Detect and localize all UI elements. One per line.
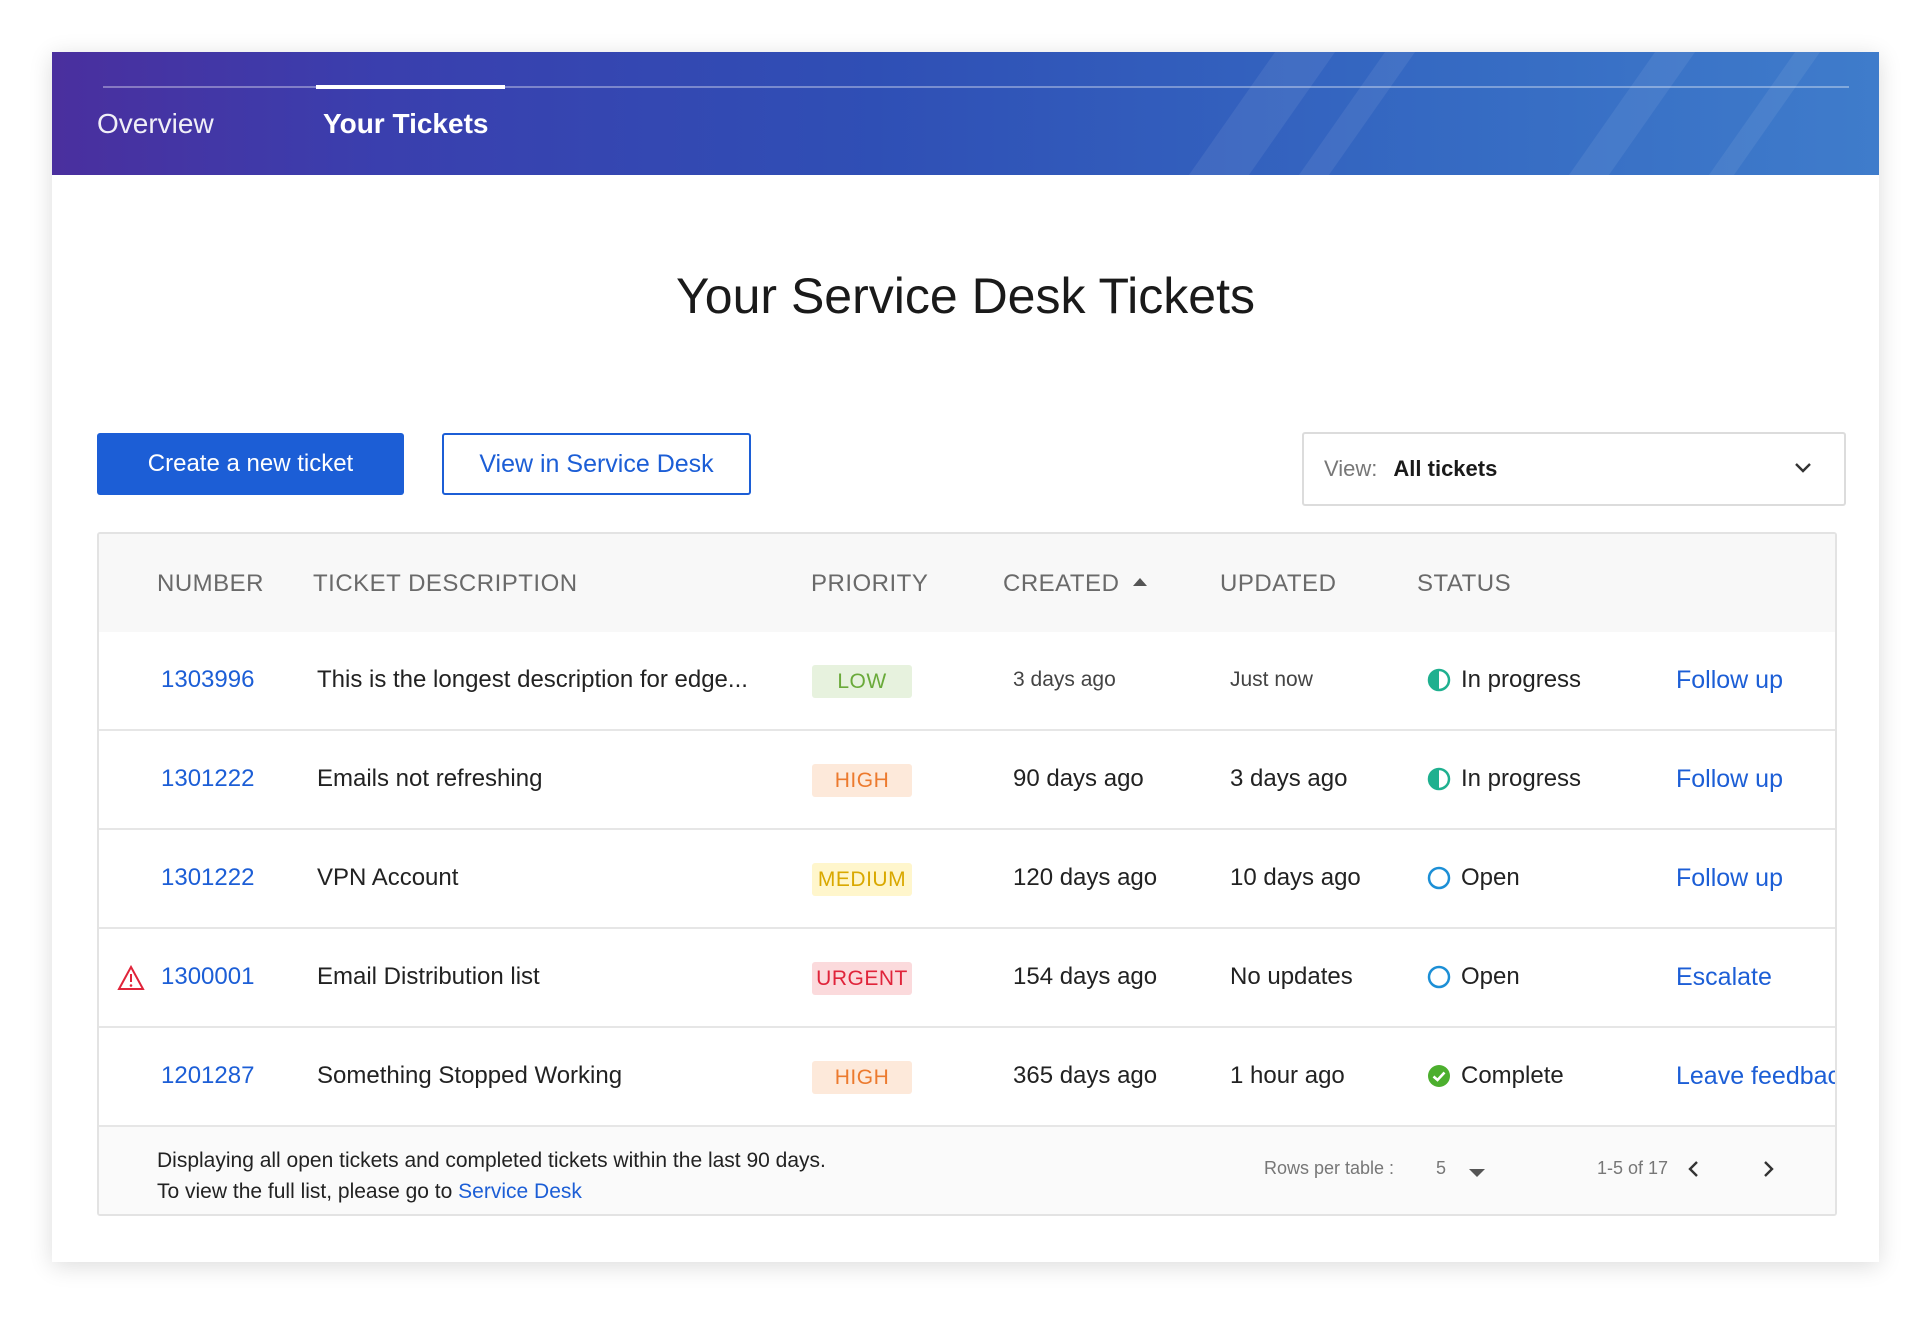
rows-per-table-label: Rows per table : bbox=[1264, 1158, 1395, 1178]
table-row: 1303996 This is the longest description f… bbox=[99, 632, 1835, 731]
previous-page-icon[interactable] bbox=[1682, 1157, 1706, 1181]
updated-value: No updates bbox=[1230, 963, 1353, 990]
ticket-number-link[interactable]: 1301222 bbox=[161, 764, 254, 794]
half-circle-icon bbox=[1427, 767, 1451, 791]
updated-value: 1 hour ago bbox=[1230, 1062, 1345, 1089]
half-circle-icon bbox=[1427, 668, 1451, 692]
row-action-link[interactable]: Escalate bbox=[1676, 962, 1772, 992]
rows-per-table-value[interactable]: 5 bbox=[1436, 1158, 1446, 1179]
active-tab-indicator bbox=[316, 85, 505, 89]
ticket-description: Emails not refreshing bbox=[317, 765, 543, 792]
header-created-label: CREATED bbox=[1003, 570, 1120, 597]
tab-overview[interactable]: Overview bbox=[97, 106, 214, 142]
tab-your-tickets[interactable]: Your Tickets bbox=[323, 106, 488, 142]
row-action-link[interactable]: Leave feedback bbox=[1676, 1061, 1835, 1091]
table-header: NUMBER TICKET DESCRIPTION PRIORITY CREAT… bbox=[99, 534, 1835, 632]
header-description[interactable]: TICKET DESCRIPTION bbox=[313, 569, 578, 599]
ticket-number-link[interactable]: 1301222 bbox=[161, 863, 254, 893]
create-ticket-button[interactable]: Create a new ticket bbox=[97, 433, 404, 495]
table-footer: Displaying all open tickets and complete… bbox=[99, 1127, 1835, 1214]
updated-value: Just now bbox=[1230, 668, 1313, 691]
status-label: In progress bbox=[1461, 666, 1582, 693]
status-cell: Open bbox=[1427, 962, 1520, 992]
ticket-number-link[interactable]: 1303996 bbox=[161, 665, 254, 695]
next-page-icon[interactable] bbox=[1756, 1157, 1780, 1181]
created-value: 154 days ago bbox=[1013, 963, 1158, 990]
check-circle-icon bbox=[1428, 1065, 1450, 1087]
tickets-card: Overview Your Tickets Your Service Desk … bbox=[52, 52, 1879, 1262]
footer-line-2: To view the full list, please go to Serv… bbox=[157, 1176, 826, 1207]
view-filter-select[interactable]: View: All tickets bbox=[1302, 432, 1846, 506]
table-row: 1300001 Email Distribution list URGENT 154 … bbox=[99, 929, 1835, 1028]
priority-badge: URGENT bbox=[812, 962, 912, 995]
footer-line-1: Displaying all open tickets and complete… bbox=[157, 1149, 826, 1172]
view-in-service-desk-button[interactable]: View in Service Desk bbox=[442, 433, 751, 495]
row-action-link[interactable]: Follow up bbox=[1676, 764, 1783, 794]
ticket-description: Email Distribution list bbox=[317, 963, 540, 990]
status-cell: Open bbox=[1427, 863, 1520, 893]
ticket-description: Something Stopped Working bbox=[317, 1062, 623, 1089]
pagination-range: 1-5 of 17 bbox=[1597, 1158, 1669, 1178]
priority-badge: LOW bbox=[812, 665, 912, 698]
header-priority[interactable]: PRIORITY bbox=[811, 569, 928, 599]
header-number[interactable]: NUMBER bbox=[157, 569, 264, 599]
chevron-down-icon bbox=[1795, 463, 1811, 473]
created-value: 365 days ago bbox=[1013, 1062, 1158, 1089]
created-value: 90 days ago bbox=[1013, 765, 1144, 792]
table-row: 1301222 Emails not refreshing HIGH 90 days … bbox=[99, 731, 1835, 830]
status-label: Complete bbox=[1461, 1062, 1564, 1089]
ticket-description: VPN Account bbox=[317, 864, 459, 891]
sort-ascending-icon bbox=[1133, 577, 1148, 586]
footer-line-2-prefix: To view the full list, please go to bbox=[157, 1180, 459, 1203]
footer-note: Displaying all open tickets and complete… bbox=[157, 1145, 826, 1207]
rows-per-table-caret-icon[interactable] bbox=[1469, 1169, 1485, 1177]
table-row: 1301222 VPN Account MEDIUM 120 days ago 10 d… bbox=[99, 830, 1835, 929]
status-cell: In progress bbox=[1427, 764, 1581, 794]
created-value: 3 days ago bbox=[1013, 668, 1116, 691]
view-filter-label: View: bbox=[1324, 456, 1378, 481]
priority-badge: HIGH bbox=[812, 1061, 912, 1094]
header-updated[interactable]: UPDATED bbox=[1220, 569, 1336, 599]
view-filter-value: All tickets bbox=[1393, 456, 1498, 481]
row-action-link[interactable]: Follow up bbox=[1676, 665, 1783, 695]
header-status[interactable]: STATUS bbox=[1417, 569, 1511, 599]
updated-value: 3 days ago bbox=[1230, 765, 1348, 792]
updated-value: 10 days ago bbox=[1230, 864, 1361, 891]
service-desk-link[interactable]: Service Desk bbox=[458, 1180, 582, 1203]
row-action-link[interactable]: Follow up bbox=[1676, 863, 1783, 893]
header-banner: Overview Your Tickets bbox=[52, 52, 1879, 175]
page-title: Your Service Desk Tickets bbox=[676, 268, 1255, 324]
status-label: Open bbox=[1461, 864, 1520, 891]
ticket-number-link[interactable]: 1300001 bbox=[161, 962, 254, 992]
priority-badge: HIGH bbox=[812, 764, 912, 797]
table-row: 1201287 Something Stopped Working HIGH 365 … bbox=[99, 1028, 1835, 1127]
header-created[interactable]: CREATED bbox=[1003, 569, 1148, 599]
status-label: Open bbox=[1461, 963, 1520, 990]
status-cell: Complete bbox=[1427, 1061, 1564, 1091]
ticket-description: This is the longest description for edge… bbox=[317, 666, 748, 693]
open-circle-icon bbox=[1427, 866, 1451, 890]
status-cell: In progress bbox=[1427, 665, 1581, 695]
warning-icon bbox=[117, 965, 145, 990]
ticket-number-link[interactable]: 1201287 bbox=[161, 1061, 254, 1091]
status-label: In progress bbox=[1461, 765, 1582, 792]
priority-badge: MEDIUM bbox=[812, 863, 912, 896]
open-circle-icon bbox=[1427, 965, 1451, 989]
created-value: 120 days ago bbox=[1013, 864, 1158, 891]
tickets-table: NUMBER TICKET DESCRIPTION PRIORITY CREAT… bbox=[97, 532, 1837, 1216]
